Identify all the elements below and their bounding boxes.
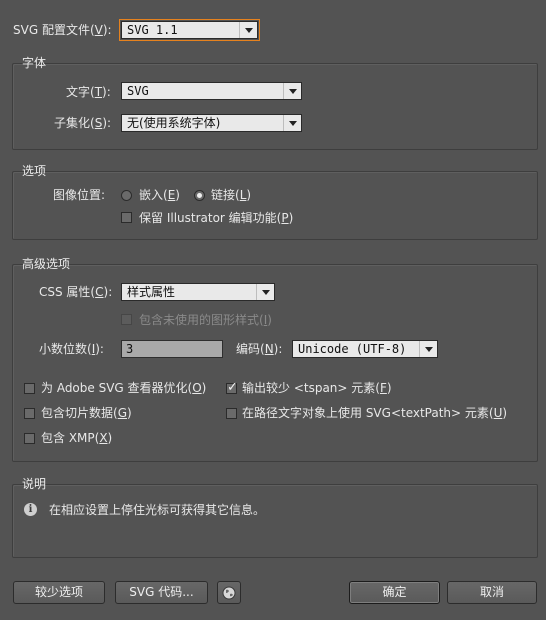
- cancel-button[interactable]: 取消: [447, 581, 537, 604]
- web-preview-button[interactable]: [217, 581, 241, 604]
- decimal-places-input[interactable]: 3: [121, 340, 223, 358]
- svg-profile-dropdown[interactable]: SVG 1.1: [119, 19, 260, 41]
- info-icon: i: [24, 503, 37, 516]
- advanced-group-title: 高级选项: [22, 257, 71, 271]
- encoding-dropdown[interactable]: Unicode (UTF-8): [292, 340, 438, 358]
- chevron-down-icon: [256, 284, 274, 300]
- options-group-title: 选项: [22, 164, 47, 178]
- css-properties-value: 样式属性: [127, 285, 176, 299]
- options-group: [12, 171, 538, 240]
- subset-label: 子集化(S):: [54, 116, 112, 130]
- description-text: 在相应设置上停住光标可获得其它信息。: [49, 503, 266, 517]
- image-location-label: 图像位置:: [53, 188, 106, 202]
- font-type-dropdown[interactable]: SVG: [121, 82, 302, 100]
- fewer-tspan-label: 输出较少 <tspan> 元素(F): [242, 381, 392, 395]
- svg-code-button[interactable]: SVG 代码...: [115, 581, 208, 604]
- css-properties-dropdown[interactable]: 样式属性: [121, 283, 275, 301]
- slice-data-checkbox[interactable]: [24, 408, 35, 419]
- fewer-tspan-checkbox[interactable]: [226, 380, 238, 395]
- textpath-checkbox[interactable]: [226, 408, 237, 419]
- chevron-down-icon: [419, 341, 437, 357]
- decimal-places-label: 小数位数(I):: [39, 342, 104, 356]
- encoding-label: 编码(N):: [236, 342, 283, 356]
- include-unused-styles-label: 包含未使用的图形样式(I): [139, 313, 272, 327]
- chevron-down-icon: [283, 83, 301, 99]
- include-unused-styles-checkbox[interactable]: [121, 314, 132, 325]
- optimize-viewer-label: 为 Adobe SVG 查看器优化(O): [41, 381, 207, 395]
- fewer-options-button[interactable]: 较少选项: [13, 581, 105, 604]
- slice-data-label: 包含切片数据(G): [41, 406, 132, 420]
- link-radio[interactable]: [194, 190, 205, 201]
- font-group-title: 字体: [22, 56, 47, 70]
- chevron-down-icon: [283, 115, 301, 131]
- globe-icon: [222, 586, 236, 600]
- font-type-value: SVG: [127, 84, 149, 98]
- css-properties-label: CSS 属性(C):: [39, 285, 113, 299]
- ok-button[interactable]: 确定: [349, 581, 440, 604]
- chevron-down-icon: [239, 22, 257, 38]
- description-group: [12, 484, 538, 558]
- svg-profile-label: SVG 配置文件(V):: [13, 23, 112, 37]
- subset-dropdown[interactable]: 无(使用系统字体): [121, 114, 302, 132]
- embed-radio[interactable]: [121, 190, 132, 201]
- link-label: 链接(L): [211, 188, 252, 202]
- description-group-title: 说明: [22, 477, 47, 491]
- preserve-editing-checkbox[interactable]: [121, 212, 132, 223]
- optimize-viewer-checkbox[interactable]: [24, 383, 35, 394]
- font-group: [12, 63, 538, 150]
- encoding-value: Unicode (UTF-8): [298, 342, 407, 356]
- subset-value: 无(使用系统字体): [127, 116, 221, 130]
- svg-profile-value: SVG 1.1: [127, 23, 178, 37]
- textpath-label: 在路径文字对象上使用 SVG<textPath> 元素(U): [242, 406, 508, 420]
- embed-label: 嵌入(E): [139, 188, 180, 202]
- font-type-label: 文字(T):: [66, 85, 111, 99]
- include-xmp-checkbox[interactable]: [24, 433, 35, 444]
- preserve-editing-label: 保留 Illustrator 编辑功能(P): [139, 211, 294, 225]
- include-xmp-label: 包含 XMP(X): [41, 431, 113, 445]
